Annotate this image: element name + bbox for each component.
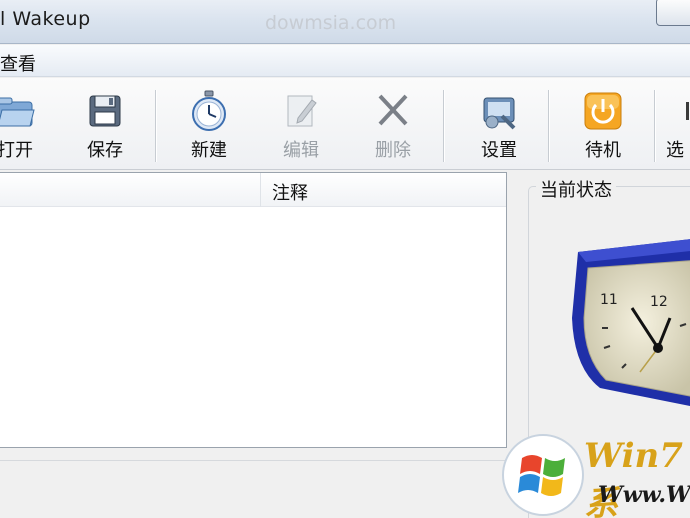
open-label: 打开: [0, 140, 33, 161]
status-panel-title: 当前状态: [536, 176, 616, 202]
minimize-button[interactable]: [656, 0, 690, 26]
standby-label: 待机: [585, 140, 621, 161]
toolbar-separator: [155, 90, 157, 162]
list-header: 注释: [0, 173, 506, 207]
title-bar: l Wakeup dowmsia.com: [0, 0, 690, 44]
standby-button[interactable]: 待机: [570, 78, 636, 170]
stopwatch-icon: [192, 90, 226, 131]
settings-label: 设置: [481, 140, 517, 161]
new-button[interactable]: 新建: [176, 78, 242, 170]
options-icon: [686, 102, 689, 120]
window-title: l Wakeup: [0, 8, 91, 30]
toolbar-separator: [548, 90, 550, 162]
options-label: 选: [666, 140, 684, 161]
status-bar: [0, 460, 512, 518]
clock-number-12: 12: [650, 294, 668, 310]
options-button[interactable]: 选: [664, 78, 690, 170]
edit-pen-icon: [287, 95, 317, 127]
save-label: 保存: [87, 140, 123, 161]
save-button[interactable]: 保存: [72, 78, 138, 170]
menu-bar: 查看: [0, 45, 690, 77]
settings-tools-icon: [483, 97, 516, 130]
new-label: 新建: [191, 140, 227, 161]
column-header-comment[interactable]: 注释: [272, 179, 308, 205]
toolbar-separator: [443, 90, 445, 162]
alarm-list[interactable]: 注释: [0, 172, 507, 448]
power-icon: [584, 92, 622, 130]
edit-label: 编辑: [283, 140, 319, 161]
open-button[interactable]: 打开: [0, 78, 50, 170]
settings-button[interactable]: 设置: [466, 78, 532, 170]
win7-watermark: Win7系 Www.W: [500, 432, 690, 518]
windows-logo-icon: [502, 434, 584, 516]
clock-number-11: 11: [600, 292, 618, 308]
toolbar: 打开 保存 新建 编辑 删除 设置 待机 选: [0, 78, 690, 170]
column-divider[interactable]: [260, 173, 261, 207]
edit-button[interactable]: 编辑: [268, 78, 334, 170]
folder-open-icon: [0, 97, 35, 127]
menu-view[interactable]: 查看: [0, 50, 36, 76]
floppy-disk-icon: [89, 95, 121, 127]
delete-x-icon: [378, 94, 408, 126]
toolbar-separator: [654, 90, 656, 162]
watermark-url: dowmsia.com: [265, 12, 397, 34]
alarm-clock-image: 11 12: [572, 239, 690, 406]
delete-label: 删除: [375, 140, 411, 161]
watermark-site: Www.W: [598, 482, 690, 508]
delete-button[interactable]: 删除: [360, 78, 426, 170]
